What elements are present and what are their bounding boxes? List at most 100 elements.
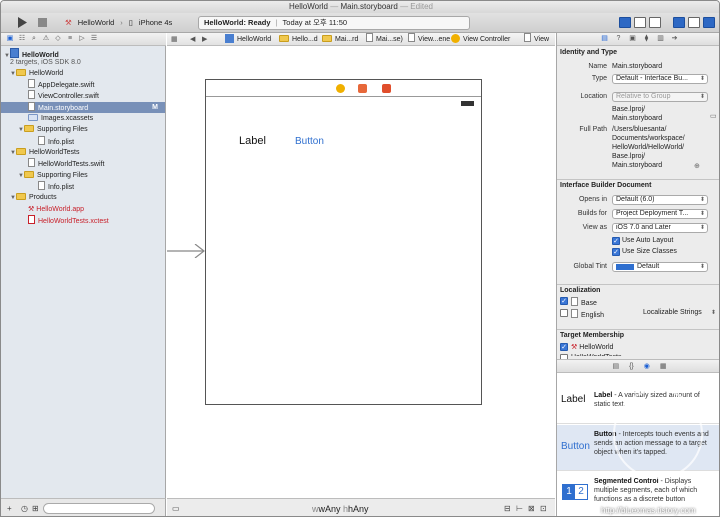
code-snippet-icon[interactable]: {} <box>629 363 634 370</box>
label-element[interactable]: Label <box>239 135 266 147</box>
jump-crumb[interactable]: View Controller <box>451 33 510 45</box>
play-icon[interactable] <box>15 16 29 29</box>
scheme-selector[interactable]: ⚒ HelloWorld › ▯ iPhone 4s <box>65 17 178 29</box>
debug-area-toggle-icon[interactable] <box>688 17 700 28</box>
view-as-key: View as <box>582 224 607 231</box>
tree-item-folder[interactable]: ▼ Supporting Files <box>18 170 88 181</box>
attributes-inspector-icon[interactable]: ⧫ <box>643 35 651 43</box>
english-checkbox[interactable] <box>560 309 568 317</box>
resize-icon[interactable]: ⊡ <box>540 504 547 513</box>
size-classes-checkbox[interactable]: ✓ <box>612 248 620 256</box>
tree-item-folder[interactable]: ▼ HelloWorld <box>10 68 63 79</box>
size-class-control[interactable]: wwAny hhAny <box>312 504 369 514</box>
version-editor-icon[interactable] <box>649 17 661 28</box>
folder-icon <box>24 125 34 132</box>
tree-item-app[interactable]: HelloWorldTests.xctest <box>28 215 109 226</box>
location-path-2: Main.storyboard <box>612 115 663 122</box>
location-popup[interactable]: Relative to Group <box>612 92 708 102</box>
name-value[interactable]: Main.storyboard <box>612 63 662 70</box>
reveal-arrow-icon[interactable]: ⊕ <box>694 162 700 170</box>
tree-item-main-storyboard[interactable]: Main.storyboard M <box>1 102 165 113</box>
media-library-icon[interactable]: ▦ <box>660 362 667 370</box>
tree-item-folder[interactable]: ▼ HelloWorldTests <box>10 147 79 158</box>
jump-crumb[interactable]: View <box>524 33 549 45</box>
debug-icon[interactable]: ≡ <box>66 35 74 43</box>
base-checkbox[interactable]: ✓ <box>560 297 568 305</box>
tree-item-file[interactable]: Info.plist <box>38 136 74 147</box>
recent-icon[interactable]: ◷ <box>21 504 28 513</box>
scm-icon[interactable]: ⊞ <box>32 504 39 513</box>
outline-toggle-icon[interactable]: ▭ <box>172 504 180 513</box>
global-tint-popup[interactable]: Default <box>612 262 708 272</box>
jump-crumb[interactable]: HelloWorld <box>225 33 271 45</box>
scheme-name: HelloWorld <box>77 18 115 27</box>
forward-icon[interactable]: ▶ <box>202 33 207 45</box>
type-popup[interactable]: Default - Interface Bu... <box>612 74 708 84</box>
tree-item-folder[interactable]: ▼ Products <box>10 192 57 203</box>
back-icon[interactable]: ◀ <box>190 33 195 45</box>
test-icon[interactable]: ◇ <box>54 35 62 43</box>
search-icon[interactable]: ⌕ <box>30 35 38 43</box>
tree-item-folder[interactable]: ▼ Supporting Files <box>18 124 88 135</box>
report-icon[interactable]: ☰ <box>90 35 98 43</box>
view-controller-scene[interactable]: Label Button <box>205 79 482 405</box>
tree-item-file[interactable]: Info.plist <box>38 181 74 192</box>
jump-crumb[interactable]: Hello...d <box>279 33 318 45</box>
library-item-label[interactable]: Label Label - A variably sized amount of… <box>557 374 719 424</box>
tree-item-file[interactable]: ViewController.swift <box>28 90 99 101</box>
auto-layout-checkbox[interactable]: ✓ <box>612 237 620 245</box>
identity-title: Identity and Type <box>560 49 618 56</box>
breakpoint-icon[interactable]: ▷ <box>78 35 86 43</box>
full-path-line: Documents/workspace/ <box>612 135 685 142</box>
exit-icon[interactable] <box>382 84 391 93</box>
standard-editor-icon[interactable] <box>619 17 631 28</box>
tree-item-assets[interactable]: Images.xcassets <box>28 113 93 124</box>
view-as-popup[interactable]: iOS 7.0 and Later <box>612 223 708 233</box>
utilities-toggle-icon[interactable] <box>703 17 715 28</box>
storyboard-file-icon <box>28 102 35 111</box>
label-preview: Label <box>561 394 586 405</box>
jump-crumb[interactable]: Mai...rd <box>322 33 358 45</box>
ib-document-section: Interface Builder Document Opens in Defa… <box>557 180 719 285</box>
resolve-icon[interactable]: ⊠ <box>528 504 535 513</box>
folder-icon[interactable]: ▣ <box>6 35 14 43</box>
pin-icon[interactable]: ⊢ <box>516 504 523 513</box>
grid-icon[interactable]: ▦ <box>171 33 178 45</box>
view-controller-icon[interactable] <box>336 84 345 93</box>
add-button[interactable]: + <box>7 504 12 513</box>
tree-item-app[interactable]: ⚒ HelloWorld.app <box>28 204 84 215</box>
tree-item-file[interactable]: HelloWorldTests.swift <box>28 158 104 169</box>
storyboard-canvas[interactable]: Label Button <box>167 46 555 498</box>
identity-inspector-icon[interactable]: ▣ <box>629 35 637 43</box>
assistant-editor-icon[interactable] <box>634 17 646 28</box>
library-item-button[interactable]: Button Button - Intercepts touch events … <box>557 425 719 471</box>
connections-inspector-icon[interactable]: ➔ <box>671 35 679 43</box>
inspector-tabs: ▤ ? ▣ ⧫ ▥ ➔ <box>557 33 719 46</box>
title-separator: — <box>330 2 339 11</box>
opens-in-popup[interactable]: Default (6.0) <box>612 195 708 205</box>
builds-for-popup[interactable]: Project Deployment T... <box>612 209 708 219</box>
first-responder-icon[interactable] <box>358 84 367 93</box>
button-element[interactable]: Button <box>295 136 324 147</box>
align-icon[interactable]: ⊟ <box>504 504 511 513</box>
quick-help-icon[interactable]: ? <box>615 35 623 43</box>
folder-icon <box>16 69 26 76</box>
jump-crumb[interactable]: View...ene <box>408 33 450 45</box>
folder-browse-icon[interactable]: ▭ <box>710 112 717 120</box>
warning-icon[interactable]: ⚠ <box>42 35 50 43</box>
target-helloworld-checkbox[interactable]: ✓ <box>560 343 568 351</box>
jump-crumb[interactable]: Mai...se) <box>366 33 403 45</box>
filter-input[interactable] <box>43 503 155 514</box>
object-library-icon[interactable]: ◉ <box>644 362 650 370</box>
location-key: Location <box>580 93 607 100</box>
symbol-icon[interactable]: ☷ <box>18 35 26 43</box>
app-icon: ⚒ <box>28 206 35 213</box>
tree-item-file[interactable]: AppDelegate.swift <box>28 79 94 90</box>
file-inspector-icon[interactable]: ▤ <box>601 35 609 43</box>
stop-icon[interactable] <box>35 16 49 29</box>
plist-file-icon <box>38 136 45 145</box>
file-template-icon[interactable]: ▤ <box>612 362 619 370</box>
localizable-strings-popup[interactable]: Localizable Strings <box>643 309 702 316</box>
size-inspector-icon[interactable]: ▥ <box>657 35 665 43</box>
navigator-toggle-icon[interactable] <box>673 17 685 28</box>
